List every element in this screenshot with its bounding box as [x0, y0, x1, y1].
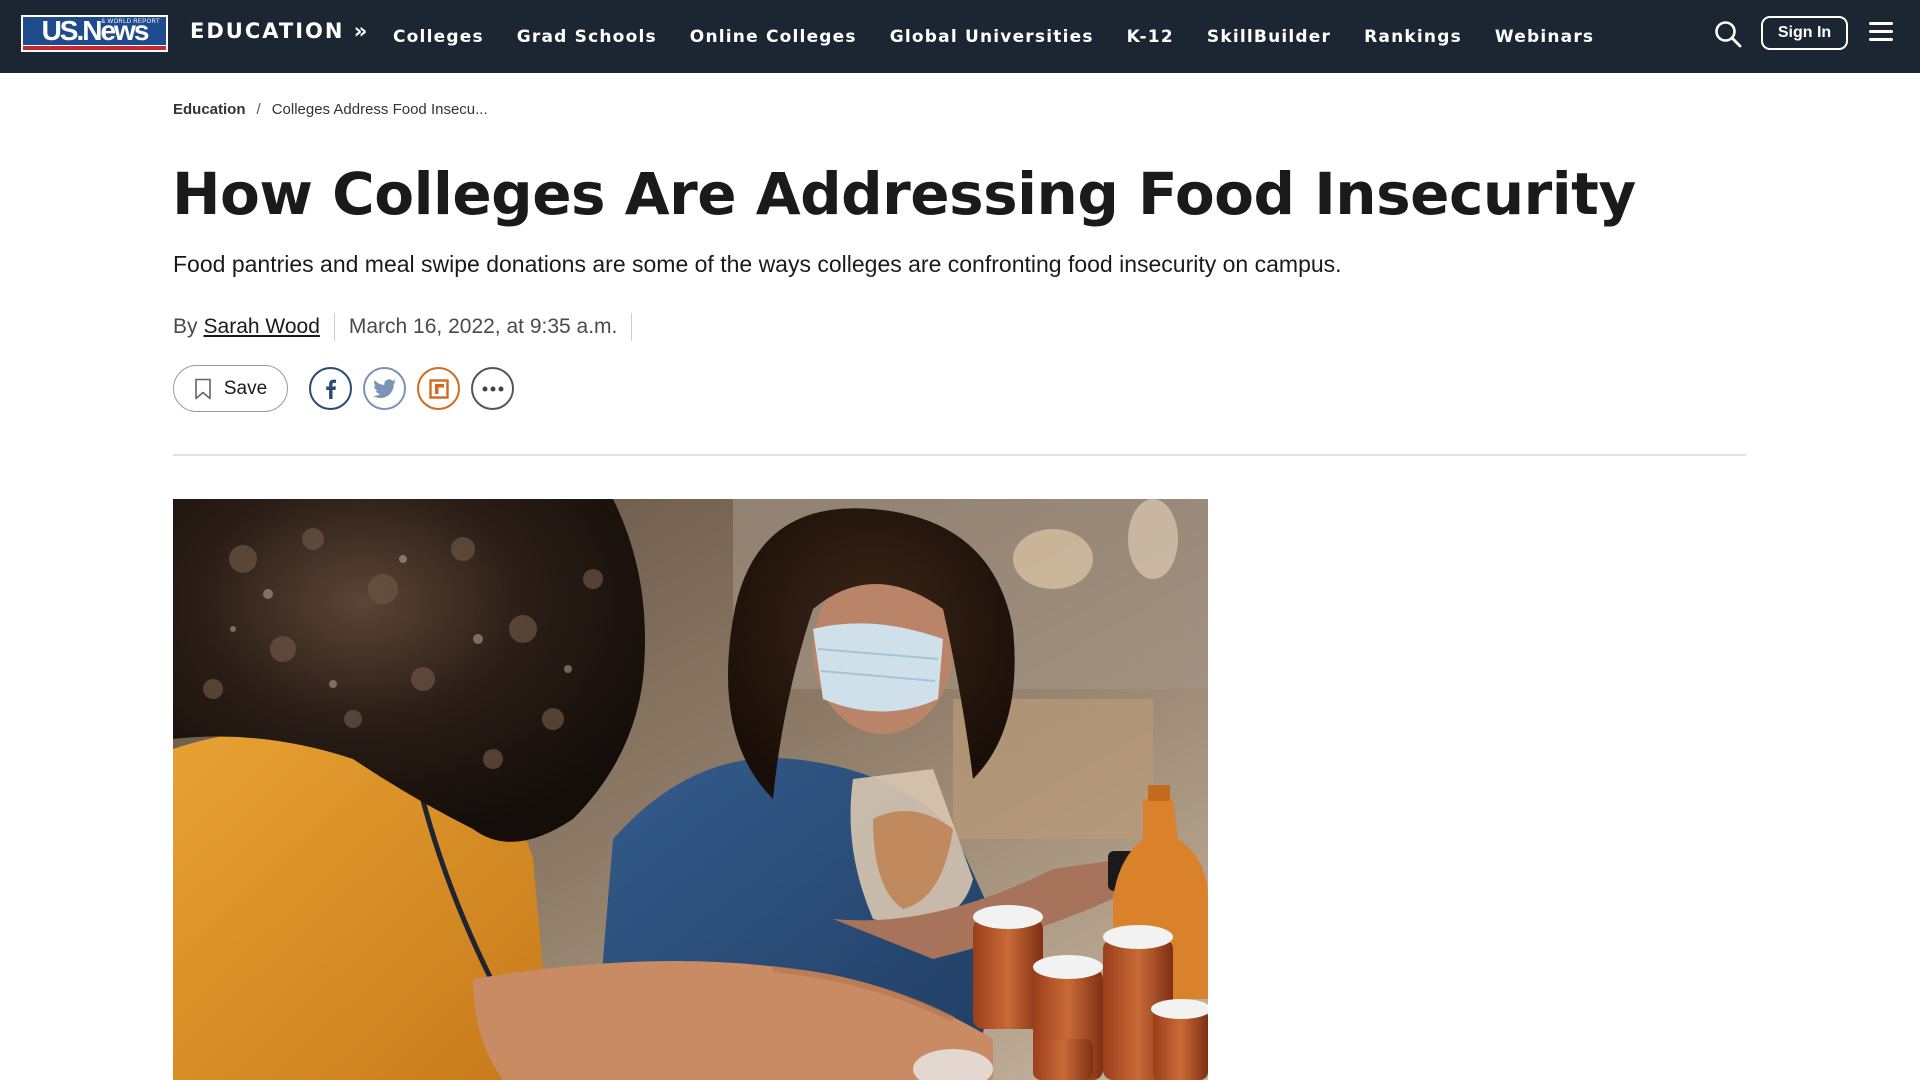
save-button[interactable]: Save	[173, 365, 288, 412]
nav-item-rankings[interactable]: Rankings	[1364, 27, 1462, 47]
hero-image	[173, 499, 1208, 1080]
twitter-icon[interactable]	[363, 367, 406, 410]
publish-date: March 16, 2022, at 9:35 a.m.	[348, 315, 618, 338]
bookmark-icon	[195, 378, 211, 399]
nav-item-webinars[interactable]: Webinars	[1495, 27, 1594, 47]
usnews-logo[interactable]: US.News & WORLD REPORT	[21, 15, 168, 52]
nav-item-grad-schools[interactable]: Grad Schools	[517, 27, 657, 47]
logo-subtitle: & WORLD REPORT	[101, 19, 160, 25]
section-title-education[interactable]: EDUCATION »	[190, 19, 369, 43]
byline-divider-end	[631, 313, 633, 341]
save-button-label: Save	[223, 377, 268, 399]
nav-item-online-colleges[interactable]: Online Colleges	[690, 27, 857, 47]
article-headline: How Colleges Are Addressing Food Insecur…	[172, 160, 1636, 228]
byline-divider	[333, 313, 335, 341]
article-dek: Food pantries and meal swipe donations a…	[173, 251, 1342, 277]
more-options-icon[interactable]	[471, 367, 514, 410]
breadcrumb-education-link[interactable]: Education	[173, 101, 246, 118]
sign-in-button[interactable]: Sign In	[1761, 16, 1848, 50]
author-link[interactable]: Sarah Wood	[204, 315, 320, 339]
logo-stripe	[23, 46, 166, 50]
top-navigation-bar: US.News & WORLD REPORT EDUCATION » Colle…	[0, 0, 1920, 73]
article-byline: By Sarah Wood March 16, 2022, at 9:35 a.…	[173, 313, 646, 341]
volunteers-food-pantry-photo	[173, 499, 1208, 1080]
search-icon[interactable]	[1713, 19, 1743, 49]
primary-nav: Colleges Grad Schools Online Colleges Gl…	[393, 0, 1627, 73]
byline-prefix: By	[173, 315, 198, 338]
breadcrumb-current-page: Colleges Address Food Insecu...	[271, 101, 488, 118]
section-divider	[173, 454, 1746, 456]
breadcrumb: Education / Colleges Address Food Insecu…	[173, 101, 488, 118]
nav-item-k12[interactable]: K-12	[1127, 27, 1174, 47]
logo-wordmark-area: US.News & WORLD REPORT	[23, 17, 166, 45]
flipboard-icon[interactable]	[417, 367, 460, 410]
hamburger-menu-icon[interactable]	[1869, 22, 1893, 44]
breadcrumb-separator: /	[256, 101, 261, 118]
facebook-icon[interactable]	[309, 367, 352, 410]
nav-item-colleges[interactable]: Colleges	[393, 27, 484, 47]
nav-item-skillbuilder[interactable]: SkillBuilder	[1207, 27, 1331, 47]
nav-item-global-universities[interactable]: Global Universities	[890, 27, 1094, 47]
share-toolbar: Save	[173, 365, 525, 412]
